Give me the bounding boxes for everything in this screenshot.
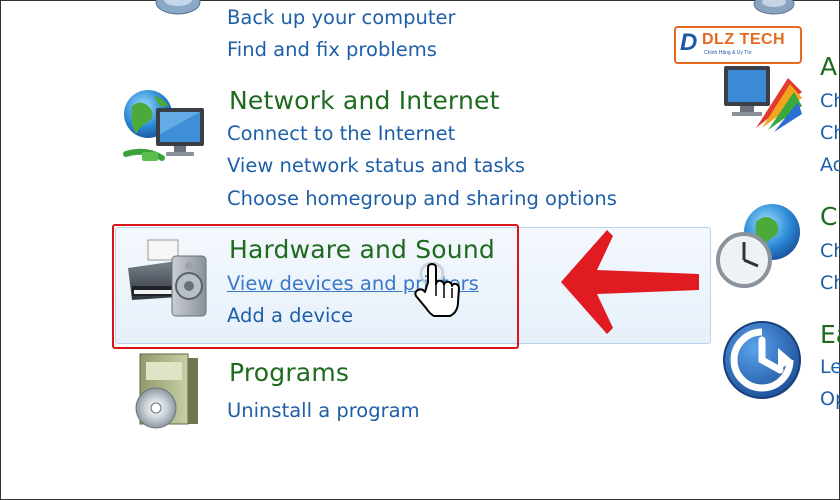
link-ease-2[interactable]: Op <box>820 388 840 410</box>
link-clock-2[interactable]: Ch <box>820 272 840 294</box>
category-title-programs[interactable]: Programs <box>229 358 349 387</box>
ease-of-access-icon[interactable] <box>720 318 804 402</box>
category-title-clock[interactable]: C <box>820 202 837 231</box>
category-title-ease[interactable]: Ea <box>820 320 840 349</box>
category-title-network[interactable]: Network and Internet <box>229 86 500 115</box>
dlz-tech-watermark-logo: D DLZ TECH Chính Hãng & Uy Tín <box>674 26 802 64</box>
link-homegroup-sharing[interactable]: Choose homegroup and sharing options <box>227 187 617 210</box>
hand-cursor-icon <box>414 262 460 317</box>
user-accounts-icon[interactable] <box>748 0 804 18</box>
logo-tagline: Chính Hãng & Uy Tín <box>704 50 752 56</box>
clock-region-icon[interactable] <box>714 200 808 294</box>
link-appearance-2[interactable]: Ch <box>820 122 840 144</box>
logo-brand: DLZ TECH <box>702 31 786 48</box>
programs-icon[interactable] <box>126 352 210 436</box>
link-clock-1[interactable]: Ch <box>820 240 840 262</box>
red-arrow-icon <box>561 230 699 334</box>
link-find-fix-problems[interactable]: Find and fix problems <box>227 38 437 61</box>
appearance-personalization-icon[interactable] <box>718 58 806 146</box>
link-appearance-3[interactable]: Ad <box>820 154 840 176</box>
category-title-appearance[interactable]: A <box>820 52 837 81</box>
logo-d-mark: D <box>680 29 698 56</box>
system-security-icon[interactable] <box>150 0 206 16</box>
link-back-up-computer[interactable]: Back up your computer <box>227 6 456 29</box>
link-ease-1[interactable]: Le <box>820 356 840 378</box>
link-appearance-1[interactable]: Ch <box>820 90 840 112</box>
network-internet-icon[interactable] <box>120 84 212 170</box>
link-network-status[interactable]: View network status and tasks <box>227 154 525 177</box>
link-connect-internet[interactable]: Connect to the Internet <box>227 122 455 145</box>
link-uninstall-program[interactable]: Uninstall a program <box>227 399 420 422</box>
